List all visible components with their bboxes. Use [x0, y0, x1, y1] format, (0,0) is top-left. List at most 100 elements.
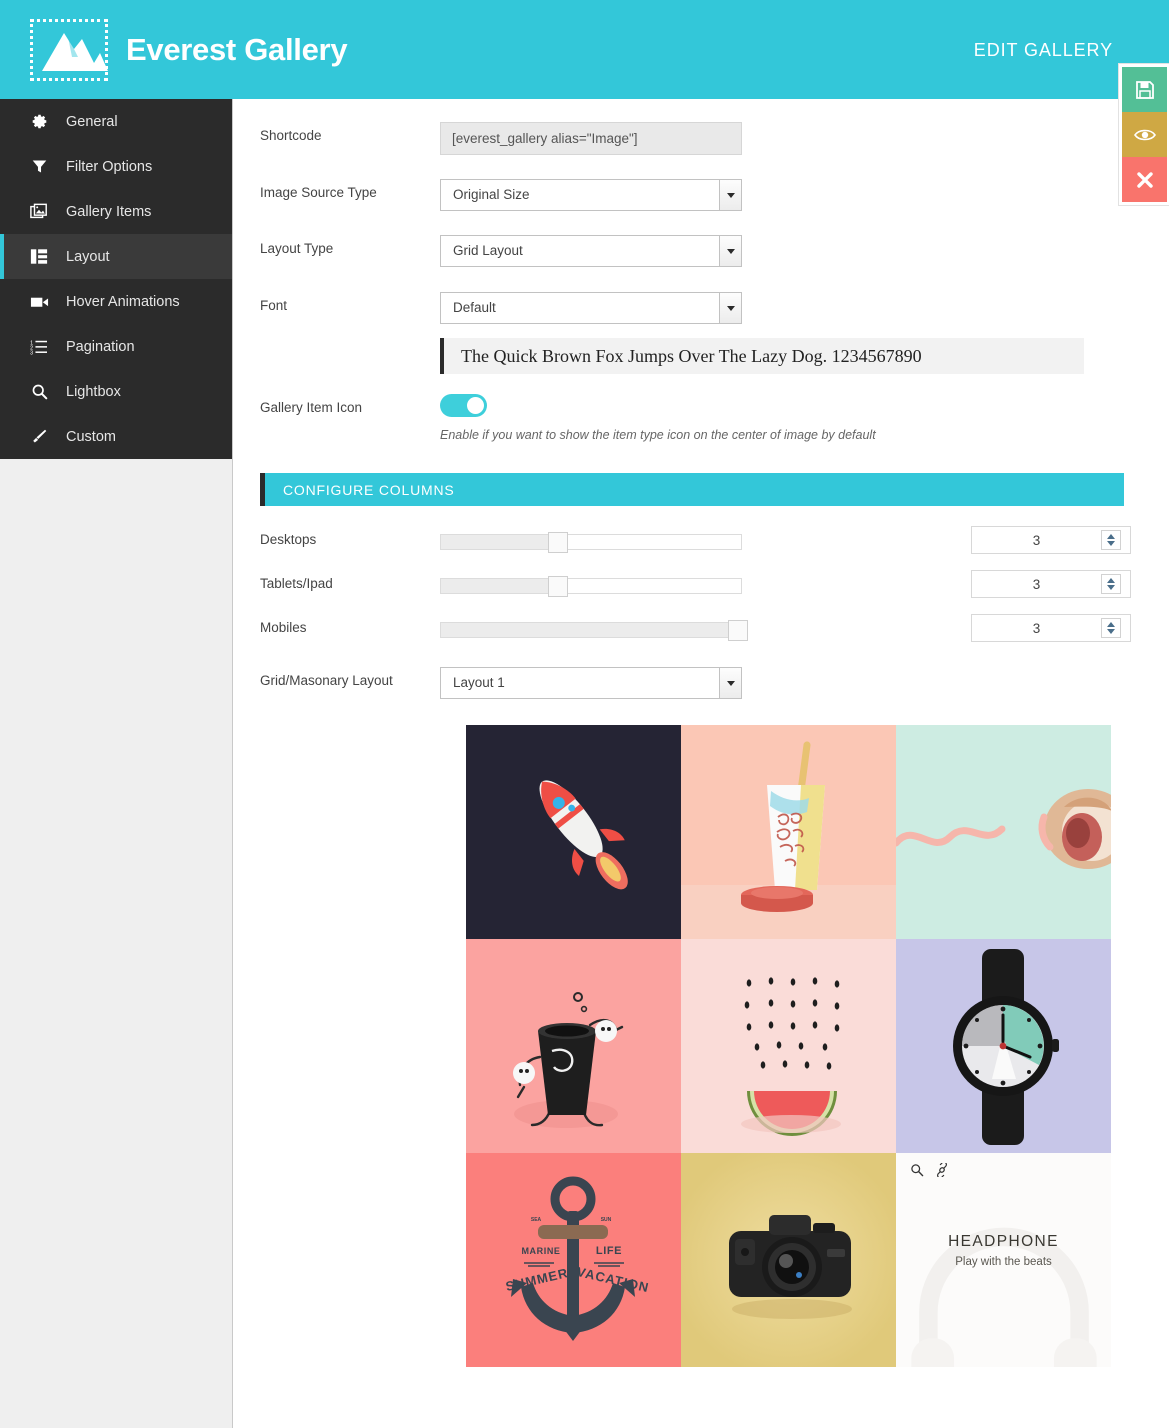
eye-icon	[1133, 129, 1156, 140]
magnifier-icon[interactable]	[910, 1163, 924, 1177]
close-x-icon	[1136, 171, 1153, 188]
close-button[interactable]	[1122, 157, 1167, 202]
configure-columns-section-header: CONFIGURE COLUMNS	[260, 473, 1124, 506]
field-row-layout-type: Layout Type Grid Layout	[234, 235, 1169, 267]
mobiles-value: 3	[1032, 620, 1041, 636]
sidebar-item-label: Layout	[66, 248, 110, 265]
chevron-down-icon[interactable]	[719, 180, 741, 210]
gallery-item-icon-label: Gallery Item Icon	[260, 400, 363, 415]
sidebar-item-lightbox[interactable]: Lightbox	[0, 369, 232, 414]
action-button-group	[1118, 63, 1169, 206]
gallery-item-icon-hint: Enable if you want to show the item type…	[440, 428, 876, 442]
layout-grid-icon	[24, 248, 54, 265]
funnel-icon	[24, 158, 54, 175]
gallery-tile-watermelon-smile[interactable]	[681, 939, 896, 1153]
sidebar-item-layout[interactable]: Layout	[0, 234, 232, 279]
edit-gallery-page: Everest Gallery EDIT GALLERY General Fil…	[0, 0, 1169, 1428]
gear-icon	[24, 113, 54, 130]
svg-text:MARINE: MARINE	[521, 1246, 560, 1256]
sidebar-item-label: Gallery Items	[66, 203, 152, 220]
sidebar-item-general[interactable]: General	[0, 99, 232, 144]
brand-name: Everest Gallery	[126, 31, 348, 67]
sidebar-item-label: Filter Options	[66, 158, 153, 175]
field-row-font: Font Default	[234, 292, 1169, 324]
sidebar-menu: General Filter Options Gallery Items Lay…	[0, 99, 232, 459]
field-row-grid-masonry-layout: Grid/Masonary Layout Layout 1	[234, 667, 1169, 699]
field-row-tablets: Tablets/Ipad 3	[234, 570, 1169, 598]
preview-button[interactable]	[1122, 112, 1167, 157]
sidebar-item-label: Hover Animations	[66, 293, 180, 310]
mobiles-slider[interactable]	[440, 620, 748, 641]
tile-caption: HEADPHONE Play with the beats	[896, 1233, 1111, 1268]
gallery-tile-headphones-mint[interactable]	[896, 725, 1111, 939]
paint-brush-icon	[24, 428, 54, 445]
shortcode-input[interactable]: [everest_gallery alias="Image"]	[440, 122, 742, 155]
field-row-image-source-type: Image Source Type Original Size	[234, 179, 1169, 211]
sidebar-item-gallery-items[interactable]: Gallery Items	[0, 189, 232, 234]
svg-text:SEA: SEA	[531, 1217, 542, 1223]
sidebar-item-label: General	[66, 113, 118, 130]
field-row-desktops: Desktops 3	[234, 526, 1169, 554]
save-button[interactable]	[1122, 67, 1167, 112]
chevron-down-icon[interactable]	[719, 668, 741, 698]
field-row-gallery-item-icon: Gallery Item Icon	[234, 394, 1169, 417]
chevron-down-icon[interactable]	[719, 293, 741, 323]
desktops-label: Desktops	[260, 532, 317, 548]
tablets-stepper[interactable]	[1101, 574, 1121, 594]
font-value: Default	[453, 300, 496, 315]
gallery-tile-dslr-camera[interactable]	[681, 1153, 896, 1367]
mountain-logo-icon	[30, 18, 114, 81]
gallery-tile-paper-cup[interactable]	[681, 725, 896, 939]
toggle-knob	[467, 397, 484, 414]
desktops-number-input[interactable]: 3	[971, 526, 1131, 554]
gallery-tile-wrist-watch[interactable]	[896, 939, 1111, 1153]
mobiles-number-input[interactable]: 3	[971, 614, 1131, 642]
gallery-tile-coffee-cup-character[interactable]	[466, 939, 681, 1153]
sidebar-item-label: Custom	[66, 428, 116, 445]
image-source-type-value: Original Size	[453, 187, 530, 202]
field-row-shortcode: Shortcode [everest_gallery alias="Image"…	[234, 122, 1169, 155]
font-label: Font	[260, 298, 288, 313]
tablets-label: Tablets/Ipad	[260, 576, 333, 592]
sidebar-item-label: Lightbox	[66, 383, 121, 400]
floppy-disk-icon	[1135, 80, 1154, 99]
brand-logo[interactable]: Everest Gallery	[30, 18, 348, 81]
sidebar-item-hover-animations[interactable]: Hover Animations	[0, 279, 232, 324]
ordered-list-icon: 1 2 3	[24, 339, 54, 355]
mobiles-label: Mobiles	[260, 620, 307, 636]
headphones-ghost-icon	[910, 1227, 1097, 1367]
image-source-type-select[interactable]: Original Size	[440, 179, 742, 211]
font-preview-text: The Quick Brown Fox Jumps Over The Lazy …	[440, 338, 1084, 374]
tablets-value: 3	[1032, 576, 1041, 592]
layout-type-label: Layout Type	[260, 241, 334, 256]
chevron-down-icon[interactable]	[719, 236, 741, 266]
headphone-title: HEADPHONE	[948, 1233, 1059, 1250]
layout-type-value: Grid Layout	[453, 243, 523, 258]
video-camera-icon	[24, 295, 54, 309]
tile-hover-icons	[910, 1163, 949, 1177]
gallery-tile-headphone-card[interactable]: HEADPHONE Play with the beats	[896, 1153, 1111, 1367]
sidebar-item-custom[interactable]: Custom	[0, 414, 232, 459]
link-icon[interactable]	[935, 1163, 949, 1177]
layout-type-select[interactable]: Grid Layout	[440, 235, 742, 267]
field-row-mobiles: Mobiles 3	[234, 614, 1169, 642]
gallery-tile-rocket[interactable]	[466, 725, 681, 939]
font-select[interactable]: Default	[440, 292, 742, 324]
gallery-item-icon-toggle[interactable]	[440, 394, 487, 417]
mobiles-stepper[interactable]	[1101, 618, 1121, 638]
desktops-slider[interactable]	[440, 532, 742, 553]
sidebar: General Filter Options Gallery Items Lay…	[0, 99, 233, 1428]
tablets-slider[interactable]	[440, 576, 742, 597]
svg-text:SUN: SUN	[601, 1217, 612, 1223]
sidebar-item-pagination[interactable]: 1 2 3 Pagination	[0, 324, 232, 369]
sidebar-item-label: Pagination	[66, 338, 135, 355]
tablets-number-input[interactable]: 3	[971, 570, 1131, 598]
grid-masonry-layout-label: Grid/Masonary Layout	[260, 673, 393, 688]
desktops-stepper[interactable]	[1101, 530, 1121, 550]
sidebar-item-filter-options[interactable]: Filter Options	[0, 144, 232, 189]
desktops-value: 3	[1032, 532, 1041, 548]
magnifier-icon	[24, 383, 54, 400]
grid-masonry-layout-select[interactable]: Layout 1	[440, 667, 742, 699]
gallery-tile-anchor-marine[interactable]: SEA SUN MARINE LIFE SUMMER VACATION	[466, 1153, 681, 1367]
page-header: Everest Gallery EDIT GALLERY	[0, 0, 1169, 99]
